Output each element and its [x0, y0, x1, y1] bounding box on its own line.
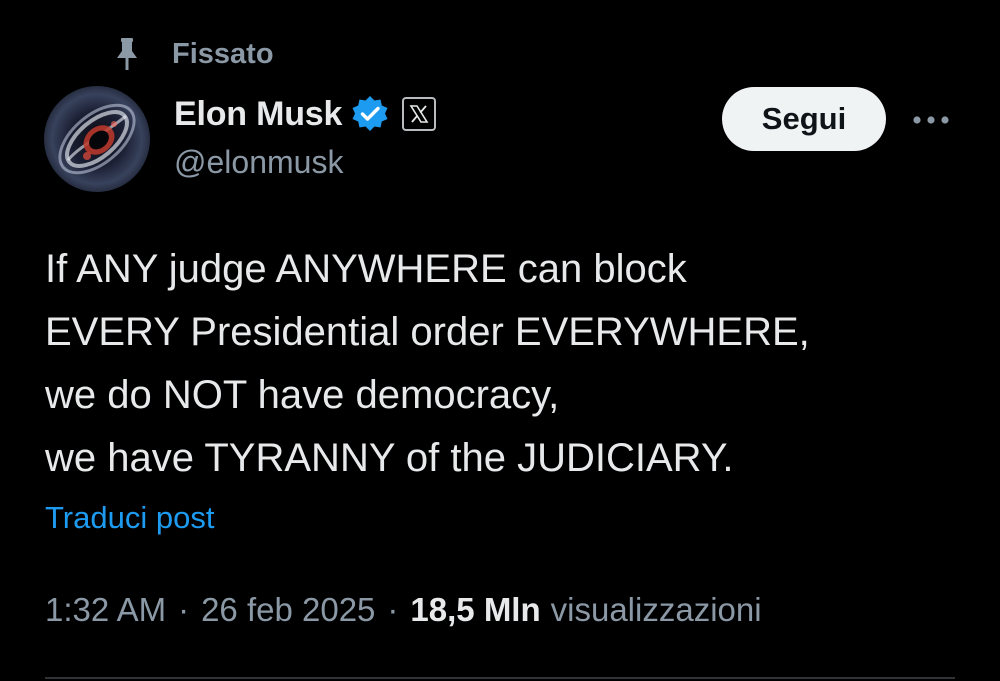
tweet-line: If ANY judge ANYWHERE can block: [45, 247, 687, 291]
divider: [45, 677, 955, 679]
tweet-date[interactable]: 26 feb 2025: [201, 591, 375, 629]
follow-button[interactable]: Segui: [722, 87, 886, 151]
meta-separator: ·: [387, 591, 399, 628]
tweet-line: we have TYRANNY of the JUDICIARY.: [45, 436, 734, 480]
avatar[interactable]: [44, 86, 150, 192]
pin-icon: [112, 37, 142, 71]
views-label[interactable]: visualizzazioni: [551, 591, 762, 629]
meta-separator: ·: [178, 591, 190, 628]
tweet-meta: 1:32 AM · 26 feb 2025 · 18,5 Mln visuali…: [45, 585, 762, 635]
translate-post-link[interactable]: Traduci post: [45, 500, 214, 536]
x-logo-icon[interactable]: [402, 97, 437, 131]
pinned-indicator: Fissato: [112, 36, 274, 72]
author-handle[interactable]: @elonmusk: [174, 144, 343, 181]
more-horizontal-icon[interactable]: [906, 100, 956, 140]
pinned-label: Fissato: [172, 37, 274, 70]
views-count[interactable]: 18,5 Mln: [410, 591, 540, 629]
tweet-time[interactable]: 1:32 AM: [45, 591, 166, 629]
tweet-text: If ANY judge ANYWHERE can block EVERY Pr…: [45, 238, 965, 490]
author-display-name[interactable]: Elon Musk: [174, 95, 342, 134]
author-name-row: Elon Musk: [174, 88, 437, 140]
verified-check-icon[interactable]: [350, 94, 390, 134]
tweet-line: we do NOT have democracy,: [45, 373, 560, 417]
tweet-line: EVERY Presidential order EVERYWHERE,: [45, 310, 810, 354]
